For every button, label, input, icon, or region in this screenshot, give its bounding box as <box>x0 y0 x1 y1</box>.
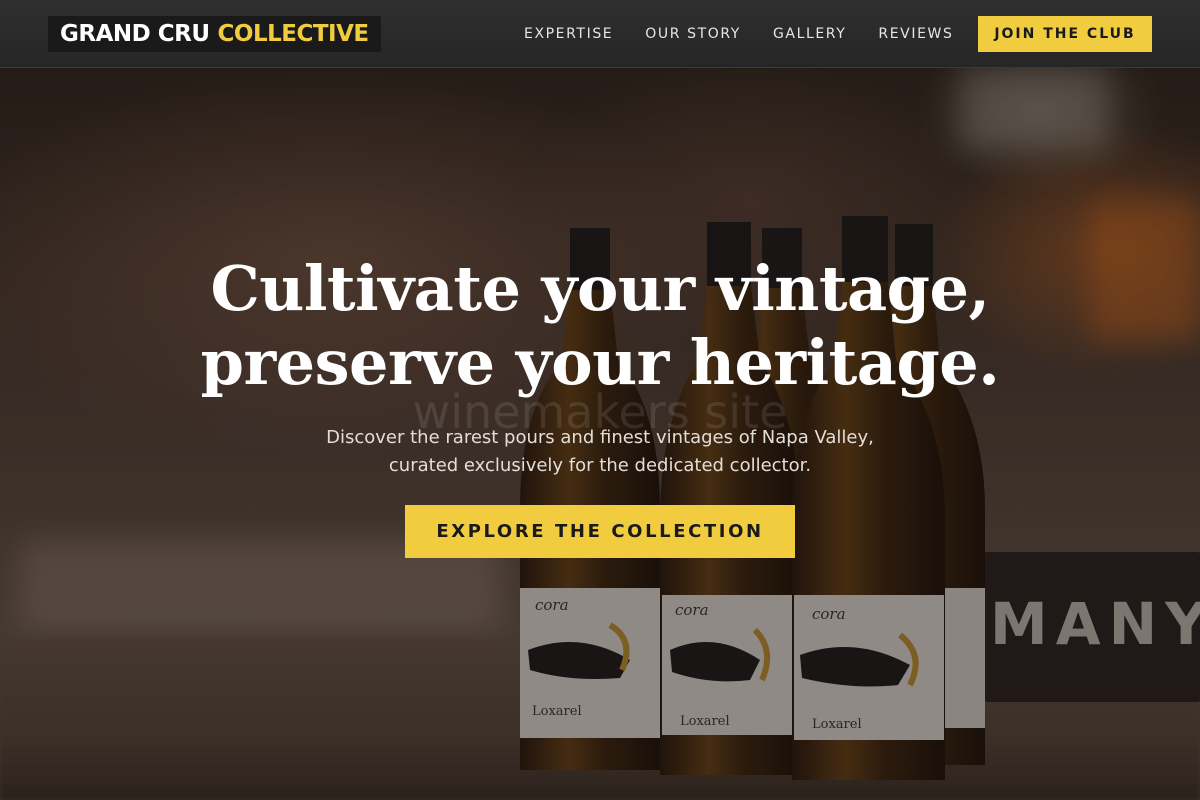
join-the-club-button[interactable]: JOIN THE CLUB <box>978 16 1152 52</box>
hero-background: MANY cora Loxarel cora Loxarel cora Loxa… <box>0 0 1200 800</box>
brand-name-accent: COLLECTIVE <box>217 21 370 47</box>
nav-link-reviews[interactable]: REVIEWS <box>878 26 953 42</box>
hero-title: Cultivate your vintage, preserve your he… <box>150 252 1050 400</box>
hero-title-line-1: Cultivate your vintage, <box>210 252 990 325</box>
brand-name-primary: GRAND CRU <box>60 21 210 47</box>
hero-subtitle: Discover the rarest pours and finest vin… <box>250 424 950 480</box>
brand-logo[interactable]: GRAND CRU COLLECTIVE <box>48 16 381 52</box>
main-nav: EXPERTISE OUR STORY GALLERY REVIEWS <box>524 0 985 68</box>
nav-link-gallery[interactable]: GALLERY <box>773 26 846 42</box>
nav-link-our-story[interactable]: OUR STORY <box>645 26 741 42</box>
explore-collection-button[interactable]: EXPLORE THE COLLECTION <box>405 505 795 558</box>
site-header: GRAND CRU COLLECTIVE EXPERTISE OUR STORY… <box>0 0 1200 68</box>
hero-subtitle-line-2: curated exclusively for the dedicated co… <box>388 455 812 476</box>
hero-subtitle-line-1: Discover the rarest pours and finest vin… <box>326 427 874 448</box>
hero-title-line-2: preserve your heritage. <box>200 326 1000 399</box>
nav-link-expertise[interactable]: EXPERTISE <box>524 26 613 42</box>
